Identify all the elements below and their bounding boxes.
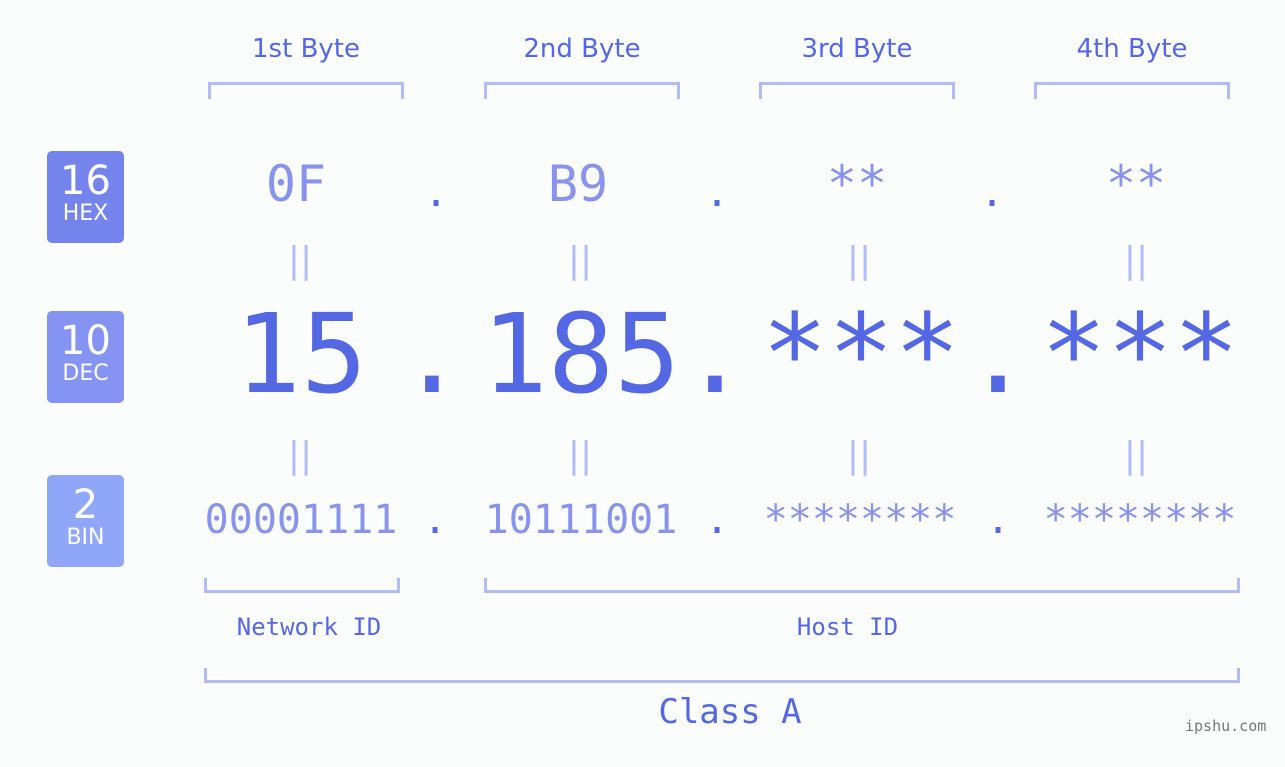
network-id-bracket (204, 578, 400, 593)
byte-bracket-2 (484, 82, 680, 99)
equals-icon: || (1123, 240, 1149, 281)
bin-byte-3: ******** (763, 497, 957, 543)
equals-icon: || (1123, 435, 1149, 476)
byte-header-1: 1st Byte (252, 34, 360, 64)
hex-badge-label: HEX (62, 201, 109, 226)
dec-byte-3: *** (761, 290, 961, 418)
network-id-label: Network ID (236, 613, 382, 641)
bin-byte-1: 00001111 (204, 497, 398, 543)
dec-byte-2: 185 (481, 290, 681, 418)
hex-byte-3: ** (826, 155, 888, 213)
byte-bracket-3 (759, 82, 955, 99)
class-label: Class A (658, 692, 802, 732)
hex-byte-1: 0F (265, 155, 327, 213)
bin-byte-4: ******** (1043, 497, 1237, 543)
hex-separator-2: . (704, 170, 730, 216)
bin-separator-1: . (422, 497, 448, 543)
dec-separator-1: . (398, 290, 466, 418)
hex-byte-4: ** (1105, 155, 1167, 213)
byte-bracket-1 (208, 82, 404, 99)
hex-separator-1: . (423, 170, 449, 216)
watermark: ipshu.com (1185, 717, 1267, 735)
bin-separator-3: . (985, 497, 1011, 543)
bin-badge-number: 2 (72, 482, 99, 528)
host-id-bracket (484, 578, 1240, 593)
equals-icon: || (567, 240, 593, 281)
dec-byte-4: *** (1040, 290, 1240, 418)
equals-icon: || (287, 435, 313, 476)
bin-separator-2: . (704, 497, 730, 543)
equals-icon: || (287, 240, 313, 281)
byte-header-3: 3rd Byte (801, 34, 913, 64)
dec-byte-1: 15 (234, 290, 368, 418)
class-bracket (204, 668, 1240, 683)
byte-bracket-4 (1034, 82, 1230, 99)
dec-badge: 10 DEC (47, 311, 124, 403)
equals-icon: || (846, 435, 872, 476)
bin-byte-2: 10111001 (484, 497, 678, 543)
dec-separator-3: . (964, 290, 1032, 418)
dec-separator-2: . (681, 290, 749, 418)
hex-badge: 16 HEX (47, 151, 124, 243)
byte-header-4: 4th Byte (1076, 34, 1188, 64)
bin-badge-label: BIN (66, 525, 105, 550)
hex-separator-3: . (979, 170, 1005, 216)
dec-badge-number: 10 (60, 318, 111, 364)
byte-header-2: 2nd Byte (523, 34, 641, 64)
equals-icon: || (567, 435, 593, 476)
dec-badge-label: DEC (62, 361, 109, 386)
equals-icon: || (846, 240, 872, 281)
hex-badge-number: 16 (60, 158, 111, 204)
host-id-label: Host ID (796, 613, 899, 641)
hex-byte-2: B9 (547, 155, 609, 213)
bin-badge: 2 BIN (47, 475, 124, 567)
